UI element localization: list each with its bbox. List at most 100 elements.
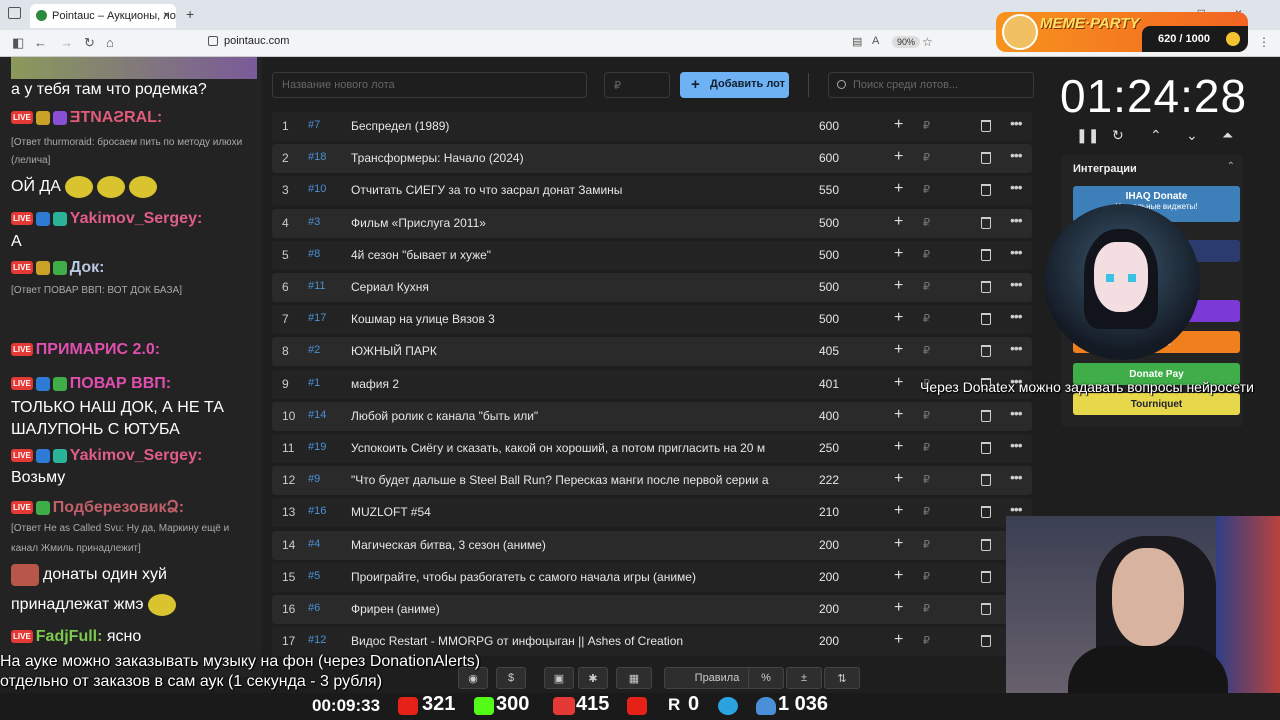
pause-icon[interactable]: ❚❚ xyxy=(1076,127,1099,144)
trash-icon[interactable] xyxy=(981,442,991,454)
ruble-icon[interactable]: ₽ xyxy=(923,248,930,261)
more-options-icon[interactable]: ••• xyxy=(1010,437,1023,453)
ruble-icon[interactable]: ₽ xyxy=(923,312,930,325)
ruble-icon[interactable]: ₽ xyxy=(923,183,930,196)
reader-mode-icon[interactable]: ▤ xyxy=(852,35,862,48)
lot-row[interactable]: 4 #3 Фильм «Прислуга 2011» 500 + ₽ ••• xyxy=(272,208,1032,238)
address-bar[interactable]: pointauc.com xyxy=(204,35,289,47)
trash-icon[interactable] xyxy=(981,152,991,165)
lot-row[interactable]: 17 #12 Видос Restart - MMORPG от инфоцыган… xyxy=(272,627,1032,657)
lot-amount[interactable]: 600 xyxy=(819,151,839,165)
trash-icon[interactable] xyxy=(981,603,991,615)
lot-name[interactable]: Успокоить Сиёгу и сказать, какой он хоро… xyxy=(351,441,791,455)
lot-id[interactable]: #12 xyxy=(308,634,326,646)
bug-icon[interactable]: ✱ xyxy=(578,667,608,689)
lot-search-input[interactable]: Поиск среди лотов... xyxy=(828,72,1034,98)
add-amount-icon[interactable]: + xyxy=(894,148,903,166)
lot-id[interactable]: #7 xyxy=(308,119,320,131)
trash-icon[interactable] xyxy=(981,474,991,487)
ruble-icon[interactable]: ₽ xyxy=(923,505,930,518)
chevron-up-icon[interactable]: ⌃ xyxy=(1150,127,1162,144)
trash-icon[interactable] xyxy=(981,345,991,358)
add-lot-button[interactable]: + Добавить лот xyxy=(680,72,789,98)
translate-icon[interactable]: A xyxy=(872,35,879,47)
add-amount-icon[interactable]: + xyxy=(894,535,903,553)
lot-amount[interactable]: 500 xyxy=(819,248,839,262)
more-options-icon[interactable]: ••• xyxy=(1010,340,1023,356)
collapse-icon[interactable]: ⌃ xyxy=(1227,161,1235,172)
add-amount-icon[interactable]: + xyxy=(894,116,903,134)
lot-row[interactable]: 6 #11 Сериал Кухня 500 + ₽ ••• xyxy=(272,273,1032,302)
lot-amount[interactable]: 550 xyxy=(819,183,839,197)
add-amount-icon[interactable]: + xyxy=(894,341,903,359)
reset-icon[interactable]: ↻ xyxy=(1112,127,1124,144)
more-options-icon[interactable]: ••• xyxy=(1010,469,1023,485)
lot-id[interactable]: #10 xyxy=(308,183,326,195)
chevron-down-icon[interactable]: ⌄ xyxy=(1186,127,1198,144)
lot-name[interactable]: Фрирен (аниме) xyxy=(351,602,791,616)
more-options-icon[interactable]: ••• xyxy=(1010,179,1023,195)
lot-name[interactable]: мафия 2 xyxy=(351,377,791,391)
lot-name[interactable]: Сериал Кухня xyxy=(351,280,791,294)
lot-amount[interactable]: 200 xyxy=(819,538,839,552)
lot-id[interactable]: #4 xyxy=(308,538,320,550)
trash-icon[interactable] xyxy=(981,635,991,648)
trash-icon[interactable] xyxy=(981,248,991,261)
close-tab-icon[interactable]: × xyxy=(163,8,170,22)
ruble-icon[interactable]: ₽ xyxy=(923,119,930,132)
trash-icon[interactable] xyxy=(981,216,991,229)
ruble-icon[interactable]: ₽ xyxy=(923,473,930,486)
lot-name[interactable]: "Что будет дальше в Steel Ball Run? Пере… xyxy=(351,473,791,487)
ruble-icon[interactable]: ₽ xyxy=(923,409,930,422)
lot-row[interactable]: 12 #9 "Что будет дальше в Steel Ball Run? … xyxy=(272,466,1032,496)
more-options-icon[interactable]: ••• xyxy=(1010,147,1023,163)
lot-name[interactable]: 4й сезон "бывает и хуже" xyxy=(351,248,791,262)
ruble-icon[interactable]: ₽ xyxy=(923,602,930,615)
more-options-icon[interactable]: ••• xyxy=(1010,212,1023,228)
home-icon[interactable]: ⌂ xyxy=(106,35,114,50)
add-amount-icon[interactable]: + xyxy=(894,470,903,488)
split-icon[interactable]: ± xyxy=(786,667,822,689)
more-options-icon[interactable]: ••• xyxy=(1010,501,1023,517)
lot-id[interactable]: #5 xyxy=(308,570,320,582)
lot-row[interactable]: 9 #1 мафия 2 401 + ₽ ••• xyxy=(272,369,1032,399)
lot-amount[interactable]: 222 xyxy=(819,473,839,487)
lot-row[interactable]: 8 #2 ЮЖНЫЙ ПАРК 405 + ₽ ••• xyxy=(272,337,1032,367)
add-amount-icon[interactable]: + xyxy=(894,438,903,456)
lot-amount[interactable]: 500 xyxy=(819,280,839,294)
trash-icon[interactable] xyxy=(981,184,991,197)
trash-icon[interactable] xyxy=(981,538,991,551)
add-amount-icon[interactable]: + xyxy=(894,567,903,585)
lot-id[interactable]: #6 xyxy=(308,602,320,614)
trash-icon[interactable] xyxy=(981,281,991,293)
lot-row[interactable]: 11 #19 Успокоить Сиёгу и сказать, какой он… xyxy=(272,434,1032,463)
lot-id[interactable]: #2 xyxy=(308,344,320,356)
ruble-icon[interactable]: ₽ xyxy=(923,634,930,647)
lot-row[interactable]: 13 #16 MUZLOFT #54 210 + ₽ ••• xyxy=(272,498,1032,528)
lot-amount[interactable]: 200 xyxy=(819,602,839,616)
more-options-icon[interactable]: ••• xyxy=(1010,308,1023,324)
sidebar-toggle-icon[interactable]: ◧ xyxy=(12,35,24,51)
lot-amount[interactable]: 200 xyxy=(819,570,839,584)
lot-id[interactable]: #11 xyxy=(308,280,326,292)
trash-icon[interactable] xyxy=(981,409,991,422)
percent-icon[interactable]: % xyxy=(748,667,784,689)
lot-row[interactable]: 14 #4 Магическая битва, 3 сезон (аниме) 200… xyxy=(272,530,1032,560)
lot-amount[interactable]: 210 xyxy=(819,505,839,519)
add-amount-icon[interactable]: + xyxy=(894,631,903,649)
lot-row[interactable]: 3 #10 Отчитать СИЕГУ за то что засрал дона… xyxy=(272,176,1032,206)
lot-row[interactable]: 10 #14 Любой ролик с канала "быть или" 400 +… xyxy=(272,401,1032,431)
menu-icon[interactable]: ⋮ xyxy=(1258,35,1270,49)
add-amount-icon[interactable]: + xyxy=(894,180,903,198)
tab-list-icon[interactable] xyxy=(8,7,21,19)
lot-id[interactable]: #9 xyxy=(308,473,320,485)
ruble-icon[interactable]: ₽ xyxy=(923,538,930,551)
lot-id[interactable]: #3 xyxy=(308,216,320,228)
add-amount-icon[interactable]: + xyxy=(894,277,903,295)
bookmark-star-icon[interactable]: ☆ xyxy=(922,35,933,49)
ruble-icon[interactable]: ₽ xyxy=(923,216,930,229)
lot-name[interactable]: Фильм «Прислуга 2011» xyxy=(351,216,791,230)
more-options-icon[interactable]: ••• xyxy=(1010,405,1023,421)
ruble-icon[interactable]: ₽ xyxy=(923,344,930,357)
lot-id[interactable]: #18 xyxy=(308,151,326,163)
